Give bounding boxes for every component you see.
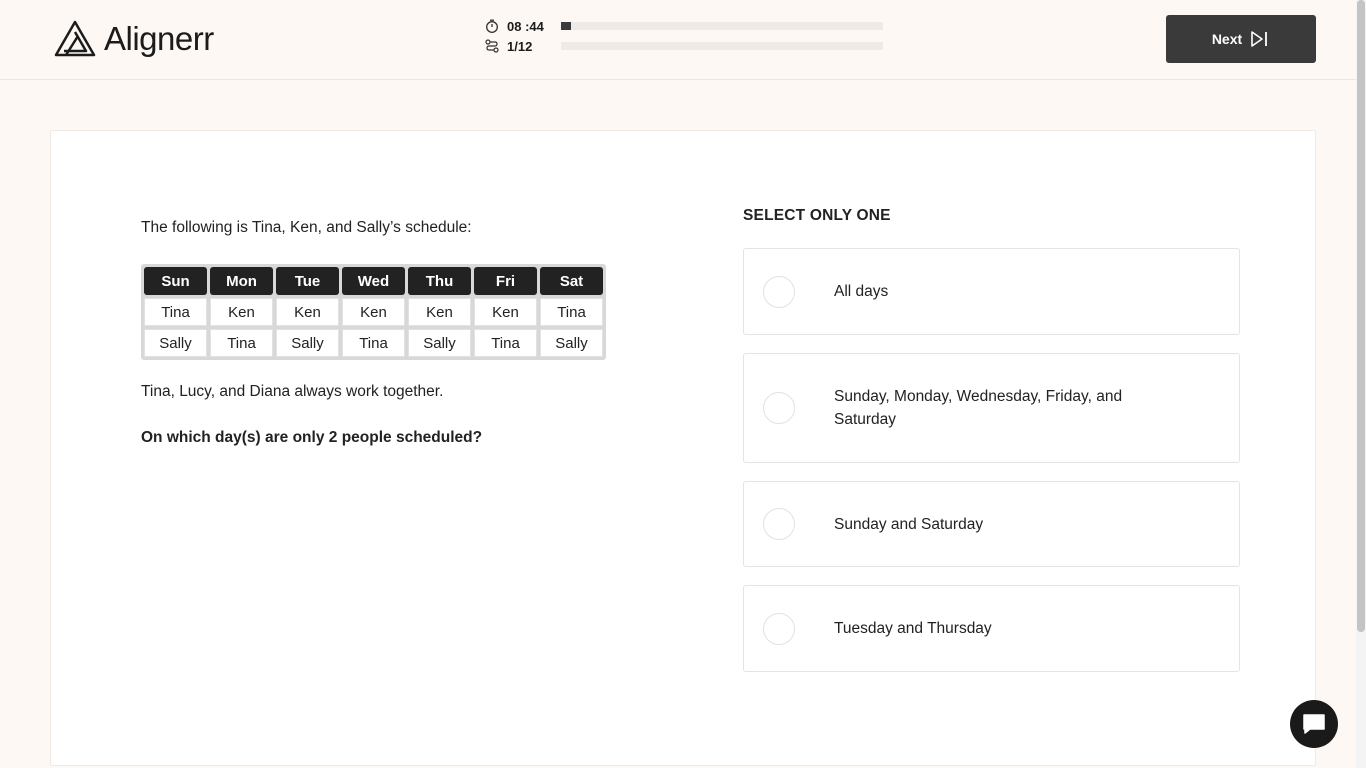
schedule-header-row: Sun Mon Tue Wed Thu Fri Sat [144, 267, 603, 295]
answer-option[interactable]: Sunday and Saturday [743, 481, 1240, 567]
schedule-cell: Tina [342, 329, 405, 357]
aligner-logo-icon [54, 20, 96, 57]
schedule-header-cell: Thu [408, 267, 471, 295]
page-scrollbar[interactable] [1356, 0, 1366, 768]
schedule-header-cell: Sun [144, 267, 207, 295]
schedule-cell: Tina [144, 298, 207, 326]
schedule-row: Sally Tina Sally Tina Sally Tina Sally [144, 329, 603, 357]
schedule-cell: Sally [408, 329, 471, 357]
aligner-logo: Alignerr [54, 20, 214, 58]
schedule-cell: Sally [540, 329, 603, 357]
schedule-header-cell: Sat [540, 267, 603, 295]
answer-option-label: Sunday, Monday, Wednesday, Friday, and S… [834, 388, 1123, 428]
schedule-cell: Sally [144, 329, 207, 357]
schedule-cell: Sally [276, 329, 339, 357]
radio-button[interactable] [763, 508, 795, 540]
timer-progress-fill [561, 22, 571, 30]
progress-area: 08 :44 1/12 [484, 16, 884, 56]
question-counter: 1/12 [507, 38, 533, 54]
radio-button[interactable] [763, 612, 795, 645]
question-intro: The following is Tina, Ken, and Sally’s … [141, 219, 472, 236]
schedule-header-cell: Fri [474, 267, 537, 295]
next-button-label: Next [1211, 31, 1243, 47]
answer-option-label: Tuesday and Thursday [834, 620, 992, 637]
schedule-cell: Ken [474, 298, 537, 326]
answer-option-label: Sunday and Saturday [834, 515, 984, 533]
answer-instruction: SELECT ONLY ONE [743, 207, 891, 224]
schedule-table: Sun Mon Tue Wed Thu Fri Sat Tina Ken Ken… [141, 264, 606, 360]
schedule-cell: Ken [408, 298, 471, 326]
timer-progress-bar [561, 22, 883, 30]
schedule-header-cell: Mon [210, 267, 273, 295]
question-note: Tina, Lucy, and Diana always work togeth… [141, 383, 444, 400]
schedule-cell: Ken [276, 298, 339, 326]
radio-button[interactable] [763, 275, 795, 308]
schedule-cell: Ken [210, 298, 273, 326]
next-button[interactable]: Next [1166, 15, 1316, 63]
answer-option[interactable]: All days [743, 248, 1240, 335]
schedule-cell: Tina [540, 298, 603, 326]
answer-option-label: All days [834, 283, 889, 300]
schedule-cell: Tina [210, 329, 273, 357]
scrollbar-thumb[interactable] [1357, 0, 1365, 632]
skip-next-icon [1251, 31, 1268, 47]
timer-row: 08 :44 [484, 16, 884, 36]
route-icon [484, 38, 500, 54]
question-prompt: On which day(s) are only 2 people schedu… [141, 429, 483, 446]
schedule-header-cell: Wed [342, 267, 405, 295]
top-bar: Alignerr 08 :44 1/12 Next [0, 0, 1356, 80]
timer-value: 08 :44 [507, 18, 544, 34]
question-counter-row: 1/12 [484, 36, 884, 56]
schedule-cell: Tina [474, 329, 537, 357]
schedule-header-cell: Tue [276, 267, 339, 295]
radio-button[interactable] [763, 392, 795, 424]
brand-name: Alignerr [104, 20, 214, 57]
question-progress-bar [561, 42, 883, 50]
answer-option[interactable]: Sunday, Monday, Wednesday, Friday, and S… [743, 353, 1240, 463]
answer-option[interactable]: Tuesday and Thursday [743, 585, 1240, 672]
stopwatch-icon [484, 18, 500, 34]
schedule-cell: Ken [342, 298, 405, 326]
schedule-row: Tina Ken Ken Ken Ken Ken Tina [144, 298, 603, 326]
chat-bubble-icon [1303, 714, 1325, 734]
chat-button[interactable] [1290, 700, 1338, 748]
